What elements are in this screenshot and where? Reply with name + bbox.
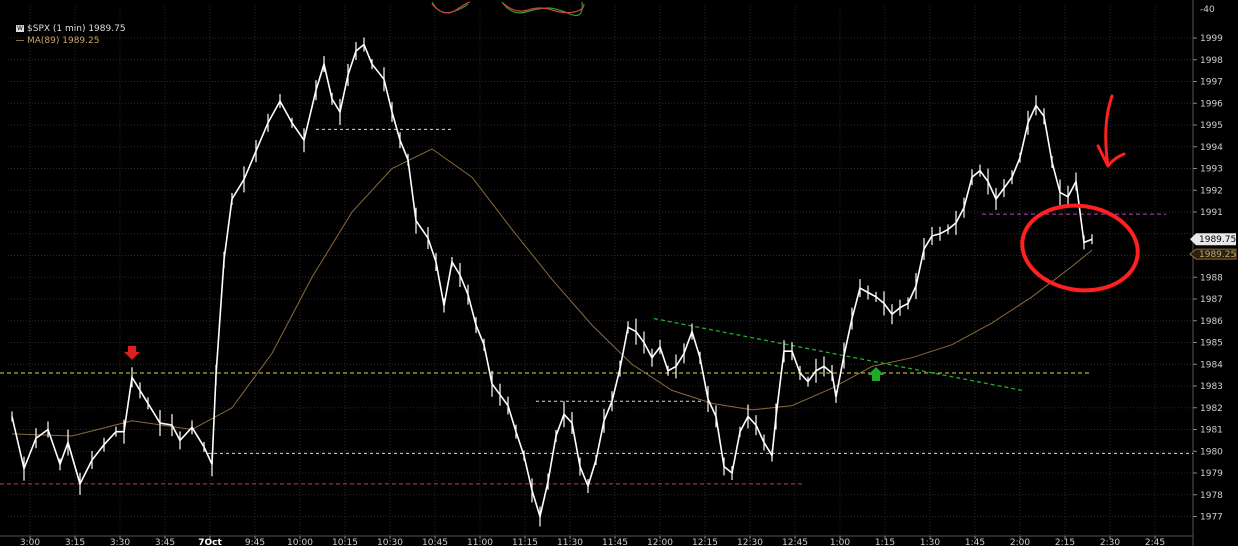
y-axis-top-label: -40 <box>1200 5 1215 15</box>
indicator-red-b <box>503 3 585 14</box>
y-tick-label: 1998 <box>1200 56 1223 66</box>
x-tick-label: 12:30 <box>737 538 763 546</box>
sell-arrow-icon <box>124 345 140 360</box>
x-tick-label: 10:00 <box>287 538 313 546</box>
x-tick-label: 10:30 <box>377 538 403 546</box>
y-tick-label: 1986 <box>1200 317 1223 327</box>
x-tick-label: 11:00 <box>467 538 493 546</box>
signal-arrows <box>124 345 884 381</box>
x-tick-label: 10:15 <box>332 538 358 546</box>
price-badges: 1989.75 1989.25 <box>1189 233 1237 260</box>
y-tick-label: 1992 <box>1200 186 1223 196</box>
x-tick-label: 12:45 <box>782 538 808 546</box>
x-tick-label: 2:00 <box>1010 538 1030 546</box>
indicator-green-a <box>431 1 469 14</box>
y-tick-label: 1977 <box>1200 513 1223 523</box>
y-tick-label: 1996 <box>1200 99 1223 109</box>
y-tick-label: 1995 <box>1200 121 1223 131</box>
indicator-pane-tail <box>431 1 585 17</box>
price-chart[interactable]: -40 1977 1978 1979 1980 1981 1982 1983 1984 1985 1… <box>0 0 1238 546</box>
x-tick-label: 2:45 <box>1145 538 1165 546</box>
x-tick-label: 3:30 <box>110 538 130 546</box>
y-tick-label: 1978 <box>1200 491 1223 501</box>
y-tick-label: 1981 <box>1200 426 1223 436</box>
y-tick-label: 1980 <box>1200 447 1223 457</box>
x-tick-label: 9:45 <box>245 538 265 546</box>
annotation-arrow-icon <box>1096 94 1126 168</box>
y-tick-label: 1988 <box>1200 273 1223 283</box>
y-tick-label: 1984 <box>1200 360 1223 370</box>
x-tick-label: 11:15 <box>512 538 538 546</box>
symbol-label: $SPX (1 min) 1989.75 <box>27 24 126 34</box>
symbol-legend: W $SPX (1 min) 1989.75 <box>16 24 126 34</box>
y-tick-label: 1985 <box>1200 339 1223 349</box>
hand-drawn-annotation <box>1020 94 1140 293</box>
indicator-red-a <box>431 1 471 14</box>
ma-line <box>11 148 1093 437</box>
x-tick-label: 3:45 <box>155 538 175 546</box>
x-tick-label: 2:30 <box>1100 538 1120 546</box>
price-line <box>11 43 1093 520</box>
ma-legend: MA(89) 1989.25 <box>16 36 99 46</box>
x-tick-label: 2:15 <box>1055 538 1075 546</box>
x-tick-label: 3:15 <box>65 538 85 546</box>
x-tick-label: 1:45 <box>965 538 985 546</box>
x-tick-label: 12:15 <box>692 538 718 546</box>
y-tick-label: 1987 <box>1200 295 1223 305</box>
y-tick-label: 1994 <box>1200 143 1223 153</box>
ma-series <box>11 148 1093 437</box>
y-tick-label: 1982 <box>1200 404 1223 414</box>
x-tick-label: 11:45 <box>602 538 628 546</box>
green-trend-line <box>653 317 1023 391</box>
last-price-text: 1989.75 <box>1199 235 1236 245</box>
y-tick-label: 1983 <box>1200 382 1223 392</box>
y-tick-label: 1993 <box>1200 165 1223 175</box>
x-axis: 3:00 3:15 3:30 3:45 7Oct 9:45 10:00 10:15 10:30 1… <box>20 536 1165 546</box>
y-tick-label: 1999 <box>1200 34 1223 44</box>
x-tick-label: 1:15 <box>875 538 895 546</box>
x-tick-label: 7Oct <box>198 538 222 546</box>
x-tick-label: 12:00 <box>647 538 673 546</box>
x-tick-label: 10:45 <box>422 538 448 546</box>
y-tick-label: 1997 <box>1200 78 1223 88</box>
ma-last-text: 1989.25 <box>1199 250 1236 260</box>
y-tick-label: 1991 <box>1200 208 1223 218</box>
ma-label: MA(89) 1989.25 <box>27 36 100 46</box>
buy-arrow-icon <box>868 366 884 381</box>
x-tick-label: 1:00 <box>830 538 850 546</box>
y-axis: -40 1977 1978 1979 1980 1981 1982 1983 1984 1985 1… <box>1193 5 1223 523</box>
ma-swatch-icon <box>16 40 24 41</box>
y-tick-label: 1979 <box>1200 469 1223 479</box>
x-tick-label: 1:30 <box>920 538 940 546</box>
x-tick-label: 11:30 <box>557 538 583 546</box>
reference-lines <box>0 128 1193 485</box>
x-tick-label: 3:00 <box>20 538 40 546</box>
indicator-green-b <box>501 1 583 17</box>
chart-symbol-icon: W <box>16 25 24 32</box>
